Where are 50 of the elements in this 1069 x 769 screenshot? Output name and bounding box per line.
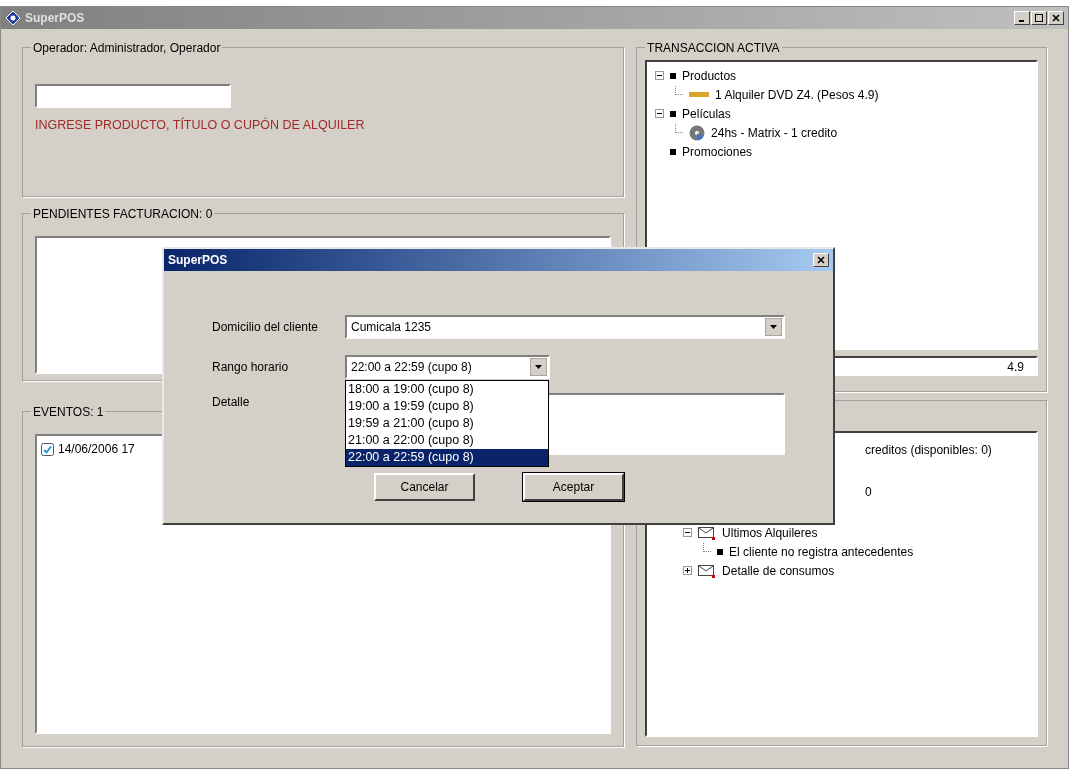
collapse-icon[interactable] [655,109,665,118]
expand-icon[interactable] [683,566,693,575]
dropdown-option[interactable]: 19:00 a 19:59 (cupo 8) [346,398,548,415]
collapse-icon[interactable] [683,528,693,537]
bullet-icon [670,110,677,117]
dropdown-option[interactable]: 22:00 a 22:59 (cupo 8) [346,449,548,466]
tree-item[interactable]: creditos (disponibles: 0) [865,441,992,459]
range-combo[interactable]: 22:00 a 22:59 (cupo 8) [345,355,550,379]
dialog-button[interactable]: Aceptar [523,473,624,501]
tree-item[interactable]: Ultimos Alquileres [722,523,818,542]
tree-item[interactable]: El cliente no registra antecedentes [729,542,914,561]
dialog-button[interactable]: Cancelar [374,473,475,501]
collapse-icon[interactable] [655,71,665,80]
disc-icon [689,124,706,141]
ticket-icon [689,92,710,97]
envelope-icon [698,525,717,540]
field-label: Rango horario [212,359,290,376]
dropdown-option[interactable]: 19:59 a 21:00 (cupo 8) [346,415,548,432]
instruction-text: INGRESE PRODUCTO, TÍTULO O CUPÓN DE ALQUILER [35,116,366,134]
tree-item[interactable]: 1 Alquiler DVD Z4. (Pesos 4.9) [715,85,879,104]
field-label: Detalle [212,394,251,411]
close-icon [817,256,825,264]
tree-item[interactable]: Productos [682,66,737,85]
tree-item[interactable]: 24hs - Matrix - 1 credito [711,123,838,142]
window-title: SuperPOS [25,10,85,27]
dropdown-option[interactable]: 21:00 a 22:00 (cupo 8) [346,432,548,449]
app-icon [5,10,21,26]
close-button[interactable] [813,253,829,267]
product-input[interactable] [35,84,231,108]
checkbox-icon[interactable] [41,442,54,456]
tree-item[interactable]: Películas [682,104,731,123]
envelope-icon [698,563,717,578]
minimize-button[interactable] [1014,11,1030,25]
maximize-icon [1035,14,1043,22]
tree-item[interactable]: 0 [865,483,872,501]
dialog-title: SuperPOS [168,252,228,269]
bullet-icon [717,548,724,555]
event-item[interactable]: 14/06/2006 17 [58,440,135,458]
bullet-icon [670,72,677,79]
tree-item[interactable]: Detalle de consumos [722,561,835,580]
dropdown-arrow-icon[interactable] [530,358,547,376]
field-label: Domicilio del cliente [212,319,320,336]
close-icon [1052,14,1060,22]
dropdown-arrow-icon[interactable] [765,318,782,336]
tree-item[interactable]: Promociones [682,142,753,161]
close-button[interactable] [1048,11,1064,25]
maximize-button[interactable] [1031,11,1047,25]
dropdown-option[interactable]: 18:00 a 19:00 (cupo 8) [346,381,548,398]
bullet-icon [670,148,677,155]
address-combo[interactable]: Cumicala 1235 [345,315,785,339]
